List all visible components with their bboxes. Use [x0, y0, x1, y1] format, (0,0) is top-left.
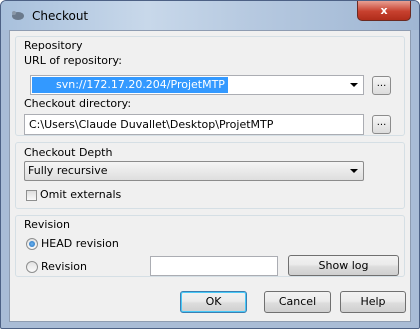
head-revision-radio[interactable] [26, 238, 38, 250]
url-value: svn://172.17.20.204/ProjetMTP [32, 77, 228, 93]
dialog-body: Repository URL of repository: svn://172.… [9, 30, 411, 322]
close-button[interactable]: x [357, 1, 411, 21]
chevron-down-icon[interactable] [350, 83, 358, 87]
checkout-depth-group-label: Checkout Depth [24, 146, 113, 159]
depth-select[interactable]: Fully recursive [24, 161, 364, 181]
url-label: URL of repository: [24, 54, 122, 67]
show-log-button[interactable]: Show log [288, 255, 399, 276]
title-bar[interactable]: Checkout x [1, 1, 419, 30]
repository-group: Repository URL of repository: svn://172.… [15, 36, 405, 136]
chevron-down-icon [350, 169, 358, 173]
cancel-button[interactable]: Cancel [264, 291, 331, 313]
depth-selected-value: Fully recursive [28, 164, 108, 177]
checkout-depth-group: Checkout Depth Fully recursive Omit exte… [15, 142, 405, 209]
checkout-directory-label: Checkout directory: [24, 97, 132, 110]
omit-externals-checkbox[interactable] [26, 190, 37, 201]
revision-group: Revision HEAD revision Revision Show log [15, 215, 405, 277]
help-button[interactable]: Help [340, 291, 406, 313]
head-revision-label[interactable]: HEAD revision [41, 237, 119, 250]
directory-browse-button[interactable]: ... [372, 115, 391, 134]
close-icon: x [380, 4, 388, 17]
radio-selected-dot [29, 241, 35, 247]
revision-radio[interactable] [26, 261, 38, 273]
omit-externals-label[interactable]: Omit externals [40, 188, 121, 201]
url-combobox[interactable]: svn://172.17.20.204/ProjetMTP [30, 75, 364, 95]
url-browse-button[interactable]: ... [372, 76, 391, 95]
tortoisesvn-icon [12, 11, 24, 20]
ok-button[interactable]: OK [180, 291, 247, 313]
checkout-directory-value: C:\Users\Claude Duvallet\Desktop\ProjetM… [29, 118, 274, 131]
repository-group-label: Repository [24, 39, 83, 52]
checkout-directory-field[interactable]: C:\Users\Claude Duvallet\Desktop\ProjetM… [24, 114, 364, 135]
window-title: Checkout [32, 9, 89, 23]
checkout-dialog: Checkout x Repository URL of repository:… [0, 0, 420, 329]
revision-group-label: Revision [24, 218, 70, 231]
revision-input[interactable] [150, 256, 278, 276]
revision-label[interactable]: Revision [41, 260, 87, 273]
